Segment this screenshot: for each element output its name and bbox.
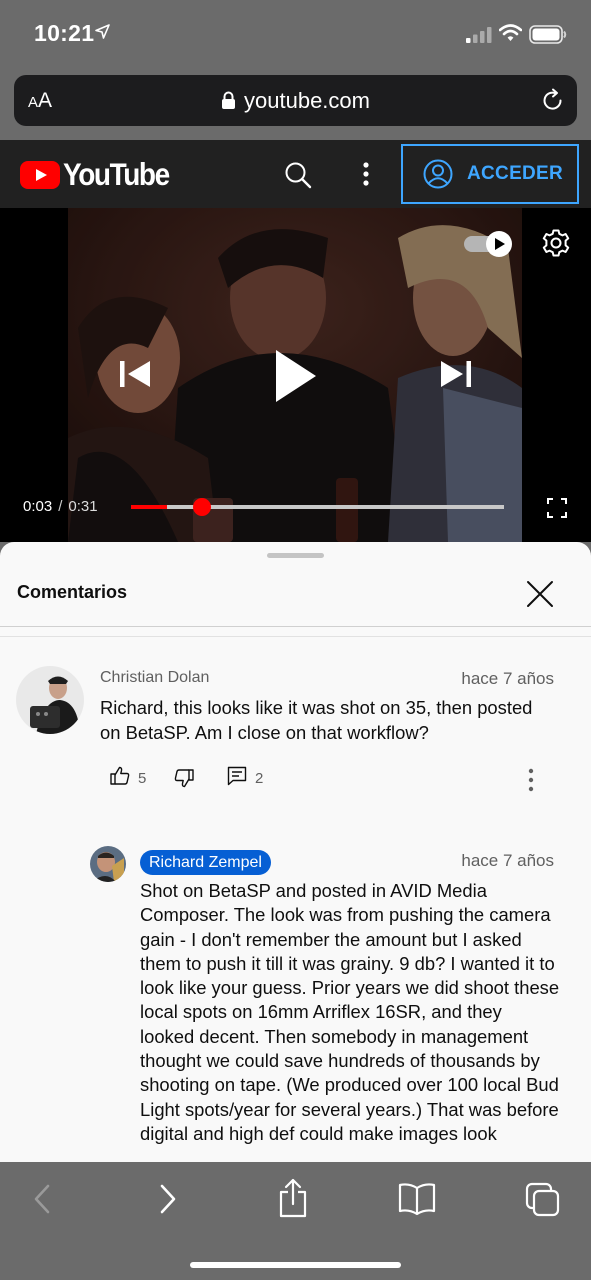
url-display[interactable]: youtube.com	[14, 75, 577, 126]
settings-gear-icon[interactable]	[541, 228, 571, 263]
divider	[0, 636, 591, 637]
duration: 0:31	[68, 498, 98, 515]
youtube-play-logo-icon	[20, 161, 60, 189]
wifi-icon	[498, 24, 523, 47]
close-icon[interactable]	[525, 579, 555, 614]
video-player[interactable]: 0:03 / 0:31	[0, 208, 591, 542]
progress-scrubber[interactable]	[193, 498, 211, 516]
comment-icon	[227, 766, 247, 790]
thumbs-up-icon	[110, 766, 130, 790]
signin-button[interactable]: ACCEDER	[401, 144, 579, 204]
like-count: 5	[138, 769, 147, 787]
forward-icon[interactable]	[156, 1182, 180, 1221]
time-display: 0:03 / 0:31	[23, 498, 98, 515]
comments-panel: Comentarios Christian Dolan hace 7 años …	[0, 542, 591, 1162]
comment-time[interactable]: hace 7 años	[430, 669, 554, 689]
youtube-logo[interactable]: YouTube	[20, 157, 170, 192]
safari-page: 10:21 AA youtube.com YouTube ACCEDER 0:0…	[0, 0, 591, 1280]
status-time: 10:21	[34, 20, 95, 46]
progress-bar[interactable]	[131, 498, 504, 516]
comments-title: Comentarios	[17, 582, 128, 602]
next-video-icon[interactable]	[439, 359, 473, 394]
browser-toolbar	[0, 1162, 591, 1280]
progress-played	[131, 505, 167, 509]
comment-author-badge[interactable]: Richard Zempel	[140, 850, 271, 875]
location-arrow-icon	[95, 24, 110, 44]
address-bar-area: AA youtube.com	[0, 70, 591, 140]
avatar[interactable]	[90, 846, 126, 882]
previous-video-icon[interactable]	[118, 359, 152, 394]
youtube-logo-text: YouTube	[63, 157, 170, 192]
status-bar: 10:21	[0, 0, 591, 70]
account-icon	[423, 159, 453, 189]
cellular-signal-icon	[466, 27, 492, 48]
bookmarks-icon[interactable]	[398, 1182, 436, 1221]
reply-count: 2	[255, 769, 264, 787]
play-icon[interactable]	[274, 348, 318, 409]
comment-text: Shot on BetaSP and posted in AVID Media …	[140, 880, 560, 1144]
current-time: 0:03	[23, 498, 53, 515]
dislike-button[interactable]	[174, 768, 194, 792]
comment-actions: 5 2	[110, 766, 550, 796]
url-domain: youtube.com	[244, 87, 370, 113]
comment-more-icon[interactable]	[526, 768, 536, 797]
reload-icon[interactable]	[541, 88, 565, 118]
thumbs-down-icon	[174, 768, 194, 792]
more-options-icon[interactable]	[356, 161, 376, 192]
comment-time[interactable]: hace 7 años	[430, 851, 554, 871]
time-separator: /	[58, 498, 63, 515]
search-icon[interactable]	[284, 161, 312, 194]
share-icon[interactable]	[278, 1178, 308, 1223]
youtube-header: YouTube ACCEDER	[0, 140, 591, 208]
battery-icon	[529, 25, 567, 49]
comment-author[interactable]: Christian Dolan	[100, 669, 209, 687]
address-bar[interactable]: AA youtube.com	[14, 75, 577, 126]
tabs-icon[interactable]	[525, 1182, 561, 1223]
home-indicator	[190, 1262, 401, 1268]
fullscreen-icon[interactable]	[547, 498, 567, 523]
divider	[0, 626, 591, 627]
lock-icon	[221, 91, 236, 110]
comment-text: Richard, this looks like it was shot on …	[100, 697, 533, 743]
like-button[interactable]: 5	[110, 766, 146, 790]
avatar[interactable]	[16, 666, 84, 734]
reply-button[interactable]: 2	[227, 766, 263, 790]
signin-label: ACCEDER	[467, 163, 564, 184]
back-icon[interactable]	[30, 1182, 54, 1221]
panel-drag-handle[interactable]	[267, 553, 324, 558]
autoplay-toggle[interactable]	[464, 230, 516, 263]
